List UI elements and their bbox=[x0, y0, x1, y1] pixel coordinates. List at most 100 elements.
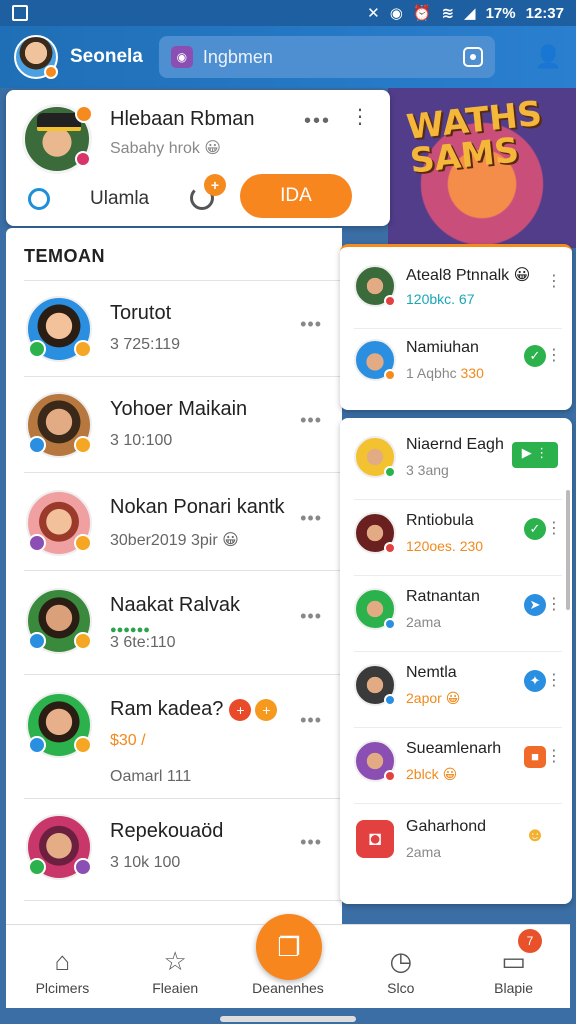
friend-name: Repekouaöd bbox=[110, 820, 224, 842]
divider bbox=[24, 900, 342, 901]
check-icon[interactable]: ✓ bbox=[524, 345, 546, 367]
contact-subtitle: 120oes. 230 bbox=[406, 538, 483, 554]
status-badge bbox=[28, 340, 46, 358]
more-vertical-icon[interactable]: ⋮ bbox=[546, 345, 562, 365]
more-vertical-icon[interactable]: ⋮ bbox=[546, 670, 562, 690]
contact-row[interactable]: Nemtla 2apor 😀 ✦ ⋮ bbox=[340, 658, 572, 728]
contact-row[interactable]: Niaernd Eagh 3 3ang ▶ ⋮ bbox=[340, 430, 572, 500]
more-icon[interactable]: ••• bbox=[300, 508, 322, 529]
game-banner[interactable]: WATHS SAMS bbox=[388, 88, 576, 248]
divider bbox=[354, 328, 562, 329]
status-badge bbox=[384, 542, 396, 554]
friend-row[interactable]: Naakat Ralvak ●●●●●● 3 6te:110 ••• bbox=[6, 588, 342, 684]
more-icon[interactable]: ••• bbox=[300, 832, 322, 853]
status-badge bbox=[384, 466, 396, 478]
nav-item-plcimers[interactable]: ⌂ Plcimers bbox=[6, 925, 119, 1008]
profile-status: Sabahy hrok 😀 bbox=[110, 140, 221, 157]
friend-row[interactable]: Torutot 3 725:119 ••• bbox=[6, 296, 342, 392]
add-user-icon[interactable]: 👤 bbox=[535, 44, 562, 70]
nav-item-slco[interactable]: ◷ Slco bbox=[344, 925, 457, 1008]
home-indicator[interactable] bbox=[220, 1016, 356, 1022]
status-badge bbox=[384, 770, 396, 782]
friend-subtitle: 3 725:119 bbox=[110, 336, 180, 353]
contact-avatar bbox=[354, 740, 396, 782]
suggested-avatar bbox=[354, 339, 396, 381]
more-vertical-icon[interactable]: ⋮ bbox=[546, 518, 562, 538]
level-badge bbox=[75, 105, 93, 123]
friend-row[interactable]: Yohoer Maikain 3 10:100 ••• bbox=[6, 392, 342, 488]
status-bar: ✕ ◉ ⏰ ≋ ◢ 17% 12:37 bbox=[0, 0, 576, 26]
app-name: Seonela bbox=[70, 46, 143, 67]
more-vertical-icon[interactable]: ⋮ bbox=[546, 271, 562, 291]
friend-name: Yohoer Maikain bbox=[110, 398, 248, 420]
search-bar[interactable]: ◉ bbox=[158, 36, 495, 78]
contact-row[interactable]: Sueamlenarh 2blck 😀 ■ ⋮ bbox=[340, 734, 572, 804]
friend-name: Torutot bbox=[110, 302, 172, 324]
profile-avatar[interactable] bbox=[22, 104, 93, 174]
send-icon[interactable]: ➤ bbox=[524, 594, 546, 616]
contacts-card: Niaernd Eagh 3 3ang ▶ ⋮ Rntiobula 120oes… bbox=[340, 418, 572, 904]
more-vertical-icon[interactable]: ⋮ bbox=[546, 594, 562, 614]
ring-icon[interactable] bbox=[28, 188, 50, 210]
app-logo-icon: ◉ bbox=[170, 46, 193, 68]
suggested-subtitle-highlight: 330 bbox=[460, 365, 484, 381]
wifi-icon: ≋ bbox=[441, 5, 455, 22]
more-icon[interactable]: ••• bbox=[300, 710, 322, 731]
contact-avatar bbox=[354, 512, 396, 554]
friend-avatar bbox=[26, 392, 92, 458]
nav-item-blapie[interactable]: ▭ Blapie 7 bbox=[457, 925, 570, 1008]
chat-fab-button[interactable]: ❐ bbox=[256, 914, 322, 980]
friend-row[interactable]: Ram kadea? + + $30 / Oamarl 111 ••• bbox=[6, 692, 342, 788]
scrollbar[interactable] bbox=[566, 490, 570, 610]
friend-subtitle: 3 10k 100 bbox=[110, 854, 181, 871]
profile-name: Hlebaan Rbman bbox=[110, 108, 255, 130]
divider bbox=[354, 727, 562, 728]
user-avatar[interactable] bbox=[14, 35, 58, 79]
scan-icon[interactable] bbox=[462, 47, 483, 67]
contact-avatar bbox=[354, 588, 396, 630]
suggested-subtitle-text: 120bkc. 67 bbox=[406, 291, 475, 307]
more-icon[interactable]: ••• bbox=[300, 410, 322, 431]
suggested-name: Ateal8 Ptnnalk 😀 bbox=[406, 267, 531, 284]
status-badge bbox=[384, 369, 396, 381]
friends-list: TEMOAN Torutot 3 725:119 ••• Yohoer Maik… bbox=[6, 228, 342, 928]
contact-avatar bbox=[354, 664, 396, 706]
friend-row[interactable]: Nokan Ponari kantk 30ber2019 3pir 😀 ••• bbox=[6, 490, 342, 586]
status-badge bbox=[28, 436, 46, 454]
suggested-name: Namiuhan bbox=[406, 339, 479, 356]
friend-row[interactable]: Repekouaöd 3 10k 100 ••• bbox=[6, 814, 342, 910]
more-icon[interactable]: ••• bbox=[300, 606, 322, 627]
flag-icon[interactable]: ■ bbox=[524, 746, 546, 768]
contact-name: Rntiobula bbox=[406, 512, 474, 529]
suggested-row[interactable]: Namiuhan 1 Aqbhc 330 ✓ ⋮ bbox=[340, 333, 572, 403]
divider bbox=[24, 570, 342, 571]
twitter-icon[interactable]: ✦ bbox=[524, 670, 546, 692]
contact-row[interactable]: ◘ Gaharhond 2ama ☻ bbox=[340, 812, 572, 882]
contact-name: Niaernd Eagh bbox=[406, 436, 504, 453]
contact-row[interactable]: Ratnantan 2ama ➤ ⋮ bbox=[340, 582, 572, 652]
divider bbox=[354, 499, 562, 500]
emoji-icon[interactable]: ☻ bbox=[524, 824, 546, 846]
contact-name: Sueamlenarh bbox=[406, 740, 502, 757]
status-badge bbox=[384, 694, 396, 706]
search-input[interactable] bbox=[202, 46, 463, 68]
contact-name: Gaharhond bbox=[406, 818, 487, 835]
video-call-icon[interactable]: ▶ ⋮ bbox=[512, 442, 558, 468]
contact-row[interactable]: Rntiobula 120oes. 230 ✓ ⋮ bbox=[340, 506, 572, 576]
check-icon[interactable]: ✓ bbox=[524, 518, 546, 540]
more-vertical-icon[interactable]: ⋮ bbox=[546, 746, 562, 766]
more-vertical-icon[interactable]: ⋮ bbox=[350, 104, 370, 129]
contact-name: Nemtla bbox=[406, 664, 457, 681]
primary-action-button[interactable]: IDA bbox=[240, 174, 352, 218]
nav-item-fleaien[interactable]: ☆ Fleaien bbox=[119, 925, 232, 1008]
suggested-row[interactable]: Ateal8 Ptnnalk 😀 120bkc. 67 ⋮ bbox=[340, 259, 572, 329]
contact-subtitle: 2apor 😀 bbox=[406, 690, 460, 707]
more-icon[interactable]: ••• bbox=[300, 314, 322, 335]
camera-app-icon: ◘ bbox=[356, 820, 394, 858]
notification-badge: 7 bbox=[517, 929, 542, 953]
more-horizontal-icon[interactable]: ••• bbox=[304, 110, 331, 133]
status-badge bbox=[384, 618, 396, 630]
sync-icon: ◉ bbox=[389, 5, 403, 22]
friend-price: $30 / bbox=[110, 732, 146, 749]
divider bbox=[354, 575, 562, 576]
